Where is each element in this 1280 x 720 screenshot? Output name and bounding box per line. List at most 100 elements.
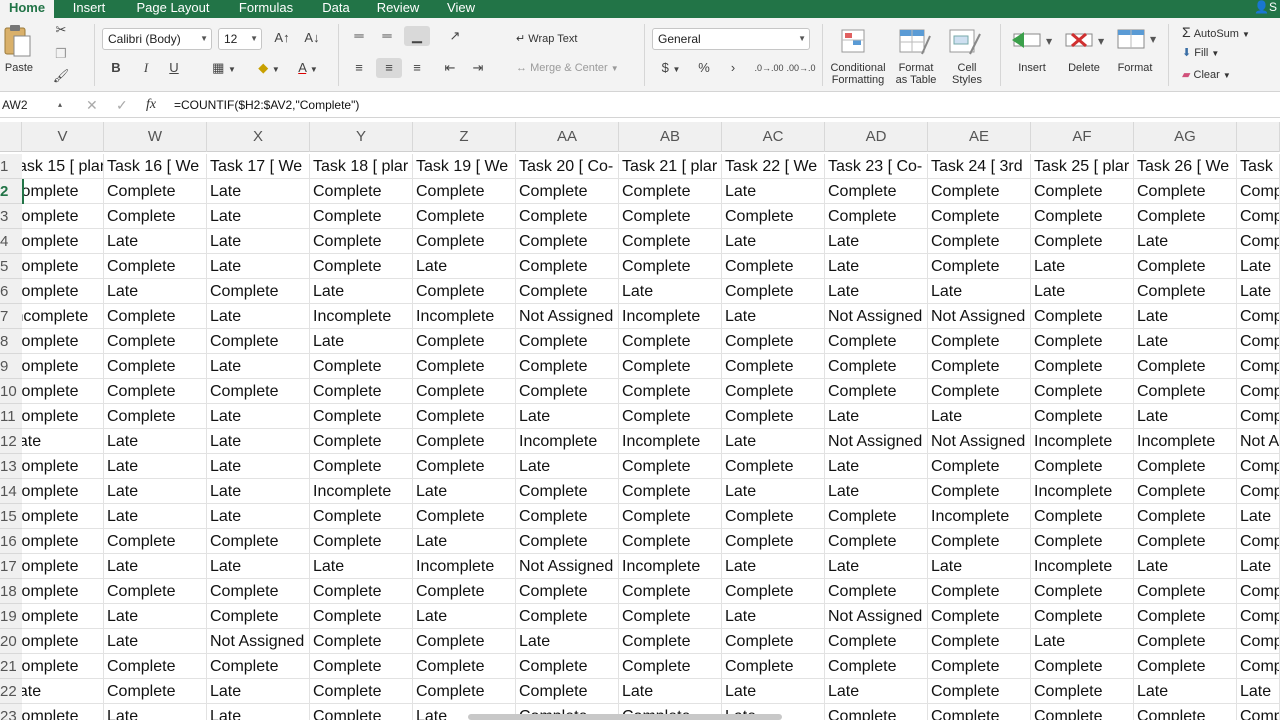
data-cell[interactable]: Complete [1134, 529, 1237, 554]
cell-styles-button[interactable]: Cell Styles [946, 62, 988, 86]
data-cell[interactable]: Late [1237, 279, 1280, 304]
data-cell[interactable]: Complete [413, 404, 516, 429]
data-cell[interactable]: Complete [22, 279, 104, 304]
formula-input[interactable]: =COUNTIF($H2:$AV2,"Complete") [174, 94, 359, 116]
data-cell[interactable]: Complete [310, 529, 413, 554]
data-cell[interactable]: Late [310, 329, 413, 354]
data-cell[interactable]: Complete [619, 179, 722, 204]
data-cell[interactable]: Complete [928, 604, 1031, 629]
column-header[interactable]: AC [722, 122, 825, 152]
data-cell[interactable]: Comp [1237, 404, 1280, 429]
orientation-icon[interactable]: ↗ [440, 26, 470, 46]
header-cell[interactable]: Task 16 [ We [104, 154, 207, 179]
data-cell[interactable]: Complete [1031, 679, 1134, 704]
data-cell[interactable]: Complete [619, 204, 722, 229]
data-cell[interactable]: Late [207, 304, 310, 329]
data-cell[interactable]: Complete [516, 529, 619, 554]
data-cell[interactable]: Incomplete [619, 429, 722, 454]
tab-view[interactable]: View [438, 0, 484, 18]
data-cell[interactable]: Complete [310, 379, 413, 404]
clear-button[interactable]: ▰ Clear ▼ [1182, 68, 1280, 81]
data-cell[interactable]: Complete [413, 579, 516, 604]
data-cell[interactable]: Complete [516, 229, 619, 254]
data-cell[interactable]: Late [722, 679, 825, 704]
insert-cells-button[interactable]: Insert [1010, 62, 1054, 74]
data-cell[interactable]: Complete [1134, 504, 1237, 529]
format-painter-icon[interactable]: 🖌 [52, 66, 70, 86]
data-cell[interactable]: Late [1237, 679, 1280, 704]
data-cell[interactable]: Complete [310, 579, 413, 604]
data-cell[interactable]: Complete [516, 579, 619, 604]
data-cell[interactable]: Complete [310, 454, 413, 479]
tab-insert[interactable]: Insert [62, 0, 116, 18]
data-cell[interactable]: Late [104, 479, 207, 504]
data-cell[interactable]: Complete [413, 504, 516, 529]
data-cell[interactable]: Complete [22, 204, 104, 229]
data-cell[interactable]: Complete [619, 629, 722, 654]
data-cell[interactable]: Late [825, 554, 928, 579]
data-cell[interactable]: Late [722, 304, 825, 329]
confirm-icon[interactable]: ✓ [116, 94, 128, 116]
data-cell[interactable]: Comp [1237, 354, 1280, 379]
data-cell[interactable]: Incomplete [413, 554, 516, 579]
data-cell[interactable]: Complete [928, 329, 1031, 354]
data-cell[interactable]: Complete [413, 179, 516, 204]
row-header[interactable]: 22 [0, 679, 22, 704]
row-header[interactable]: 12 [0, 429, 22, 454]
data-cell[interactable]: Complete [722, 454, 825, 479]
data-cell[interactable]: Complete [928, 704, 1031, 720]
data-cell[interactable]: Complete [310, 604, 413, 629]
format-as-table-button[interactable]: Format as Table [890, 62, 942, 86]
align-top-icon[interactable]: ═ [348, 26, 370, 46]
data-cell[interactable]: Complete [825, 179, 928, 204]
data-cell[interactable]: Complete [928, 254, 1031, 279]
data-cell[interactable]: Late [825, 404, 928, 429]
data-cell[interactable]: Late [310, 279, 413, 304]
merge-center-button[interactable]: ↔ Merge & Center ▼ [516, 62, 636, 74]
data-cell[interactable]: Complete [104, 404, 207, 429]
font-size-select[interactable]: 12 ▼ [218, 28, 262, 50]
data-cell[interactable]: Complete [928, 579, 1031, 604]
delete-cells-button[interactable]: Delete [1062, 62, 1106, 74]
data-cell[interactable]: Complete [1031, 454, 1134, 479]
data-cell[interactable]: Late [413, 254, 516, 279]
data-cell[interactable]: Complete [928, 229, 1031, 254]
data-cell[interactable]: Complete [1134, 704, 1237, 720]
data-cell[interactable]: Complete [22, 379, 104, 404]
data-cell[interactable]: Complete [22, 254, 104, 279]
data-cell[interactable]: Late [104, 229, 207, 254]
data-cell[interactable]: Complete [104, 354, 207, 379]
data-cell[interactable]: Late [310, 554, 413, 579]
data-cell[interactable]: Incomplete [619, 304, 722, 329]
data-cell[interactable]: Complete [104, 679, 207, 704]
row-header[interactable]: 20 [0, 629, 22, 654]
data-cell[interactable]: Complete [1031, 179, 1134, 204]
data-cell[interactable]: Late [825, 454, 928, 479]
data-cell[interactable]: Late [722, 429, 825, 454]
data-cell[interactable]: Complete [413, 279, 516, 304]
data-cell[interactable]: Complete [207, 604, 310, 629]
data-cell[interactable]: Complete [928, 179, 1031, 204]
data-cell[interactable]: Late [722, 479, 825, 504]
data-cell[interactable]: Complete [310, 504, 413, 529]
data-cell[interactable]: Complete [413, 629, 516, 654]
column-header[interactable]: AE [928, 122, 1031, 152]
data-cell[interactable]: Complete [104, 179, 207, 204]
data-cell[interactable]: Complete [310, 229, 413, 254]
header-cell[interactable]: Task 18 [ plar [310, 154, 413, 179]
data-cell[interactable]: Late [1134, 329, 1237, 354]
decrease-indent-icon[interactable]: ⇤ [438, 58, 462, 78]
cancel-icon[interactable]: ✕ [86, 94, 98, 116]
data-cell[interactable]: Complete [310, 429, 413, 454]
align-left-icon[interactable]: ≡ [348, 58, 370, 78]
row-header[interactable]: 2 [0, 179, 22, 204]
data-cell[interactable]: Complete [104, 529, 207, 554]
data-cell[interactable]: Comp [1237, 379, 1280, 404]
data-cell[interactable]: Late [207, 454, 310, 479]
data-cell[interactable]: Late [104, 454, 207, 479]
data-cell[interactable]: Complete [1134, 654, 1237, 679]
tab-page-layout[interactable]: Page Layout [128, 0, 218, 18]
data-cell[interactable]: Complete [1134, 579, 1237, 604]
row-header[interactable]: 19 [0, 604, 22, 629]
insert-function-button[interactable]: fx [146, 94, 156, 116]
